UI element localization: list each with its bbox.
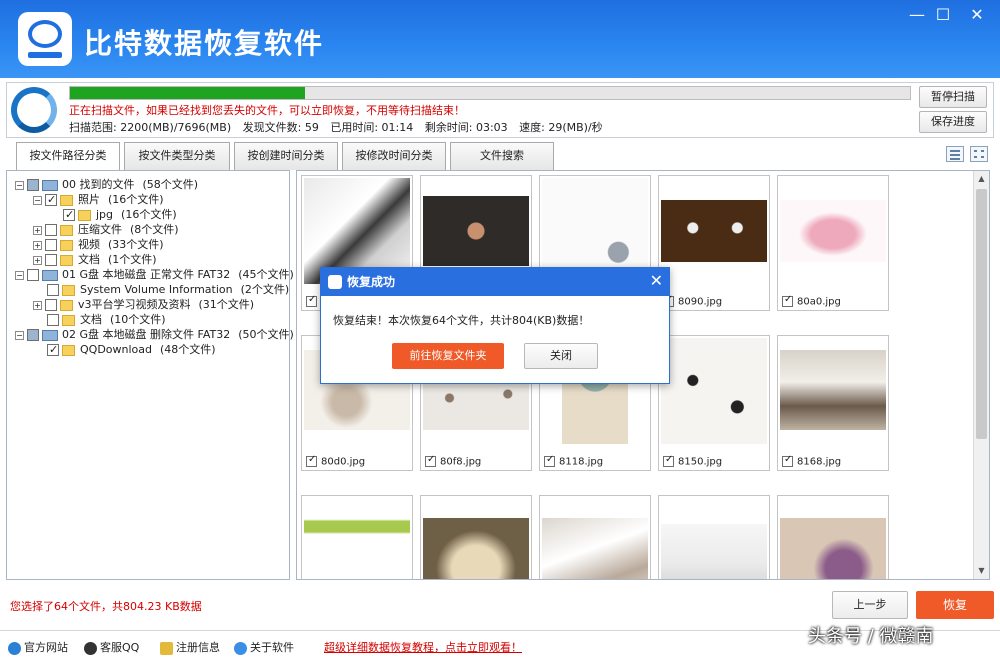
thumbnail-item[interactable]	[539, 495, 651, 579]
tree-item-g-deleted[interactable]: −02 G盘 本地磁盘 删除文件 FAT32 (50个文件)	[15, 327, 294, 342]
files-found: 发现文件数: 59	[242, 121, 319, 134]
minimize-button[interactable]: —	[904, 4, 930, 26]
dialog-close-icon[interactable]: ✕	[650, 270, 663, 292]
thumbnail-name: 8090.jpg	[678, 296, 723, 307]
recovery-success-dialog: 恢复成功 ✕ 恢复结束！本次恢复64个文件，共计804(KB)数据！ 前往恢复文…	[320, 267, 670, 384]
thumbnail-name: 8150.jpg	[678, 456, 723, 467]
info-icon	[234, 641, 247, 655]
tab-file-search[interactable]: 文件搜索	[450, 142, 554, 170]
scan-status-panel: 正在扫描文件，如果已经找到您丢失的文件，可以立即恢复，不用等待扫描结束！ 扫描范…	[6, 82, 994, 138]
thumbnail-image	[304, 498, 410, 579]
key-icon	[160, 641, 173, 655]
elapsed-time: 已用时间: 01:14	[330, 121, 414, 134]
register-info-link[interactable]: 注册信息	[160, 639, 220, 655]
tree-item-jpg[interactable]: jpg(16个文件)	[63, 207, 177, 222]
open-recovery-folder-button[interactable]: 前往恢复文件夹	[392, 343, 504, 369]
previous-step-button[interactable]: 上一步	[832, 591, 908, 619]
thumbnail-item[interactable]	[301, 495, 413, 579]
about-software-link[interactable]: 关于软件	[234, 639, 294, 655]
pause-scan-button[interactable]: 暂停扫描	[919, 86, 987, 108]
list-view-icon[interactable]	[946, 146, 964, 162]
thumbnail-image	[661, 200, 767, 262]
thumbnail-image	[661, 524, 767, 579]
scan-stats: 扫描范围: 2200(MB)/7696(MB) 发现文件数: 59 已用时间: …	[69, 119, 611, 135]
scan-message: 正在扫描文件，如果已经找到您丢失的文件，可以立即恢复，不用等待扫描结束！	[69, 104, 465, 117]
close-button[interactable]: ✕	[964, 4, 990, 26]
dialog-title: 恢复成功	[347, 275, 396, 289]
folder-tree: −00 找到的文件(58个文件) −照片(16个文件) jpg(16个文件) +…	[6, 170, 294, 580]
thumbnail-image	[780, 200, 886, 262]
tree-item-found[interactable]: −00 找到的文件 (58个文件)	[15, 177, 198, 192]
thumbnail-image	[780, 518, 886, 579]
tree-item-photos[interactable]: −照片(16个文件)	[33, 192, 164, 207]
tree-item-docs[interactable]: + 文档 (1个文件)	[33, 252, 157, 267]
scan-range: 扫描范围: 2200(MB)/7696(MB)	[69, 121, 232, 134]
title-bar: 比特数据恢复软件 — ☐ ✕	[0, 0, 1000, 78]
thumbnail-name: 8118.jpg	[559, 456, 604, 467]
thumbnail-image	[423, 518, 529, 579]
thumbnail-image	[423, 196, 529, 266]
selection-summary: 您选择了64个文件，共804.23 KB数据	[10, 600, 202, 613]
thumbnail-item[interactable]: 8168.jpg	[777, 335, 889, 471]
thumbnail-image	[780, 350, 886, 430]
scroll-down-icon[interactable]: ▼	[974, 563, 989, 579]
save-progress-button[interactable]: 保存进度	[919, 111, 987, 133]
thumbnail-item[interactable]: 8090.jpg	[658, 175, 770, 311]
thumbnail-image	[542, 518, 648, 579]
dialog-app-icon	[328, 275, 342, 289]
thumbnail-item[interactable]: 80a0.jpg	[777, 175, 889, 311]
tab-by-type[interactable]: 按文件类型分类	[124, 142, 230, 170]
qq-penguin-icon	[84, 641, 97, 655]
watermark: 头条号 / 微赣南	[808, 626, 934, 647]
maximize-button[interactable]: ☐	[930, 4, 956, 26]
tree-item-v3-platform[interactable]: + v3平台学习视频及资料 (31个文件)	[33, 297, 254, 312]
thumbnail-name: 80d0.jpg	[321, 456, 366, 467]
thumbnail-item[interactable]	[777, 495, 889, 579]
support-qq-link[interactable]: 客服QQ	[84, 639, 139, 655]
tree-item-g-normal[interactable]: −01 G盘 本地磁盘 正常文件 FAT32 (45个文件)	[15, 267, 294, 282]
scan-speed: 速度: 29(MB)/秒	[519, 121, 603, 134]
dialog-title-bar: 恢复成功 ✕	[321, 268, 669, 296]
scrollbar-thumb[interactable]	[976, 189, 987, 439]
official-website-link[interactable]: 官方网站	[8, 639, 68, 655]
scan-progress-fill	[70, 87, 306, 99]
thumbnail-name: 80a0.jpg	[797, 296, 841, 307]
scan-progress-bar	[69, 86, 911, 100]
tab-by-path[interactable]: 按文件路径分类	[16, 142, 120, 171]
app-title: 比特数据恢复软件	[84, 27, 325, 60]
recover-button[interactable]: 恢复	[916, 591, 994, 619]
thumbnail-image	[661, 338, 767, 444]
tab-by-modified[interactable]: 按修改时间分类	[342, 142, 446, 170]
tree-item-videos[interactable]: + 视频 (33个文件)	[33, 237, 164, 252]
thumbnail-name: 80f8.jpg	[440, 456, 482, 467]
app-logo-icon	[18, 12, 72, 66]
tree-item-g-docs[interactable]: 文档 (10个文件)	[47, 312, 166, 327]
thumbnail-item[interactable]: 8150.jpg	[658, 335, 770, 471]
dialog-close-button[interactable]: 关闭	[524, 343, 598, 369]
dialog-message: 恢复结束！本次恢复64个文件，共计804(KB)数据！	[333, 314, 590, 327]
scroll-up-icon[interactable]: ▲	[974, 171, 989, 187]
grid-view-icon[interactable]	[970, 146, 988, 162]
thumbnail-item[interactable]	[420, 495, 532, 579]
thumbnail-name: 8168.jpg	[797, 456, 842, 467]
tree-item-system-volume[interactable]: System Volume Information (2个文件)	[47, 282, 289, 297]
tutorial-promo-link[interactable]: 超级详细数据恢复教程，点击立即观看！	[324, 639, 522, 655]
tab-by-created[interactable]: 按创建时间分类	[234, 142, 338, 170]
globe-icon	[8, 641, 21, 655]
tree-item-archives[interactable]: + 压缩文件 (8个文件)	[33, 222, 179, 237]
scanning-spinner-icon	[11, 87, 57, 133]
thumbnail-scrollbar[interactable]: ▲ ▼	[973, 171, 989, 579]
remaining-time: 剩余时间: 03:03	[424, 121, 508, 134]
thumbnail-item[interactable]	[658, 495, 770, 579]
tree-item-qqdownload[interactable]: QQDownload(48个文件)	[47, 342, 216, 357]
